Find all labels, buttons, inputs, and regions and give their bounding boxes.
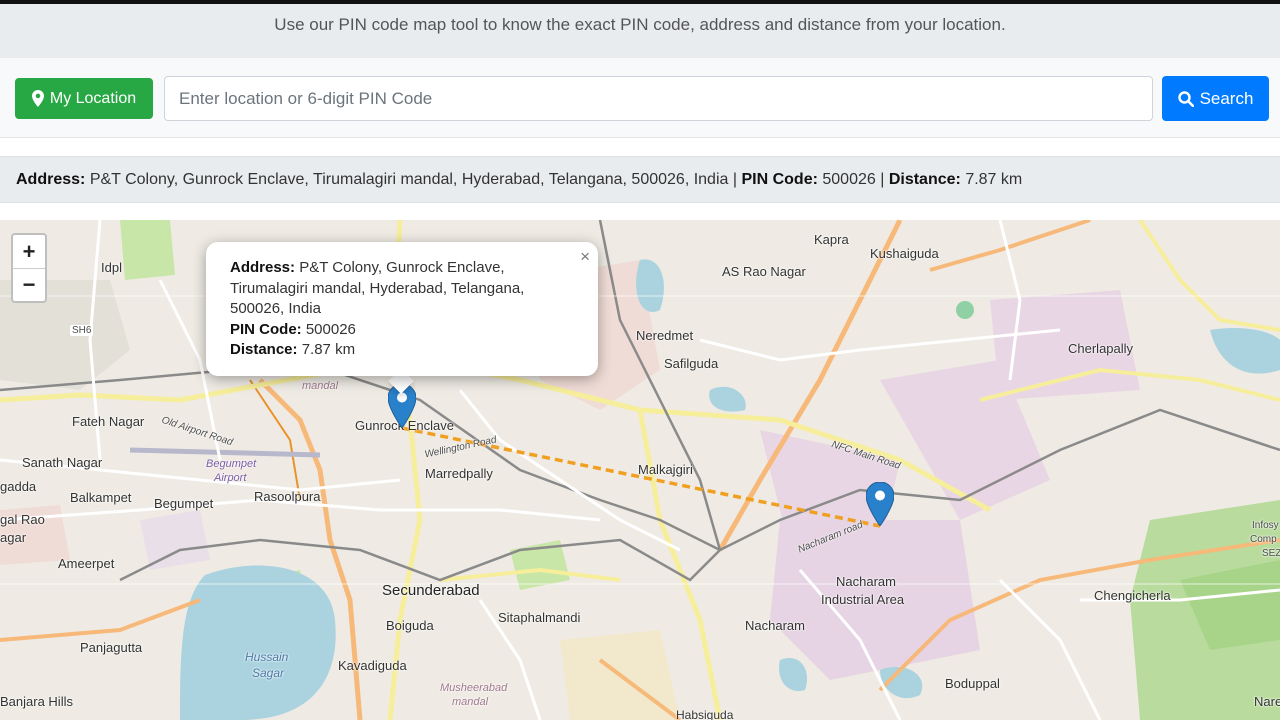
popup-pin-label: PIN Code: bbox=[230, 320, 302, 338]
map-label: Nacharam bbox=[745, 618, 805, 633]
area-label: mandal bbox=[452, 696, 489, 708]
map-label: Chengicherla bbox=[1094, 588, 1171, 603]
map-label: Neredmet bbox=[636, 328, 694, 343]
popup-pin-value: 500026 bbox=[305, 320, 356, 338]
popup-distance-value: 7.87 km bbox=[301, 341, 356, 358]
zoom-in-button[interactable]: + bbox=[13, 235, 45, 268]
popup-address: Address: P&T Colony, Gunrock Enclave, Ti… bbox=[230, 258, 578, 320]
search-toolbar: My Location Search bbox=[0, 58, 1280, 138]
map-label: Nare bbox=[1254, 694, 1280, 709]
separator: | bbox=[880, 171, 885, 188]
address-value: P&T Colony, Gunrock Enclave, Tirumalagir… bbox=[89, 171, 729, 188]
map-label: Secunderabad bbox=[382, 582, 480, 599]
map-label: Safilguda bbox=[664, 356, 719, 371]
map-label: Idpl bbox=[101, 260, 122, 275]
popup-distance: Distance: 7.87 km bbox=[230, 340, 578, 361]
map-label: Industrial Area bbox=[821, 592, 905, 607]
search-input[interactable] bbox=[164, 76, 1153, 121]
map-label: Kavadiguda bbox=[338, 658, 407, 673]
area-label: Musheerabad bbox=[440, 682, 508, 694]
distance-label: Distance: bbox=[888, 171, 961, 188]
map-label: Habsiguda bbox=[676, 708, 734, 720]
my-location-button[interactable]: My Location bbox=[15, 78, 153, 119]
highway-shield: SH6 bbox=[70, 325, 94, 336]
map-marker-icon bbox=[31, 90, 44, 107]
map-label: Kushaiguda bbox=[870, 246, 939, 261]
map-label: Begumpet bbox=[154, 496, 214, 511]
map-canvas[interactable]: Idpl SH6 Kapra Kushaiguda AS Rao Nagar N… bbox=[0, 220, 1280, 720]
popup-pin: PIN Code: 500026 bbox=[230, 320, 578, 341]
map-pin-icon bbox=[865, 481, 895, 527]
map-label: Boduppal bbox=[945, 676, 1000, 691]
map-label: Panjagutta bbox=[80, 640, 143, 655]
map-label: Fateh Nagar bbox=[72, 414, 145, 429]
map-label: Malkajgiri bbox=[638, 462, 693, 477]
map-label: Cherlapally bbox=[1068, 341, 1134, 356]
popup-distance-label: Distance: bbox=[230, 341, 298, 358]
airport-label: Airport bbox=[214, 472, 247, 484]
map-label: agar bbox=[0, 530, 27, 545]
search-button[interactable]: Search bbox=[1162, 76, 1269, 121]
map-label: Banjara Hills bbox=[0, 694, 73, 709]
airport-label: Begumpet bbox=[206, 458, 257, 470]
destination-marker[interactable] bbox=[865, 481, 895, 527]
distance-value: 7.87 km bbox=[965, 171, 1023, 188]
close-icon[interactable]: × bbox=[580, 247, 590, 268]
map-label: Sitaphalmandi bbox=[498, 610, 581, 625]
map-label: Marredpally bbox=[425, 466, 493, 481]
map-label: Nacharam bbox=[836, 574, 896, 589]
map-label: Ameerpet bbox=[58, 556, 115, 571]
my-location-label: My Location bbox=[49, 89, 137, 107]
map-label: gal Rao bbox=[0, 512, 45, 527]
pin-label: PIN Code: bbox=[741, 171, 818, 188]
map-label: Rasoolpura bbox=[254, 489, 321, 504]
search-icon bbox=[1177, 90, 1194, 107]
area-label: mandal bbox=[302, 380, 339, 392]
map-label: Boiguda bbox=[386, 618, 434, 633]
lake-label: Hussain bbox=[245, 650, 289, 664]
map-label: Kapra bbox=[814, 232, 849, 247]
map-label: Sanath Nagar bbox=[22, 455, 103, 470]
area-label: SEZ bbox=[1262, 548, 1280, 559]
zoom-out-button[interactable]: − bbox=[13, 268, 45, 301]
result-bar: Address: P&T Colony, Gunrock Enclave, Ti… bbox=[0, 156, 1280, 203]
search-label: Search bbox=[1199, 88, 1254, 108]
separator: | bbox=[732, 171, 738, 188]
zoom-control: + − bbox=[11, 233, 47, 303]
map-label: gadda bbox=[0, 479, 37, 494]
lake-label: Sagar bbox=[252, 666, 285, 680]
address-label: Address: bbox=[16, 171, 86, 188]
area-label: Infosy bbox=[1252, 520, 1279, 531]
area-label: Comp bbox=[1250, 534, 1277, 545]
popup-address-label: Address: bbox=[230, 259, 296, 276]
map-label: AS Rao Nagar bbox=[722, 264, 806, 279]
page-tagline: Use our PIN code map tool to know the ex… bbox=[0, 4, 1280, 58]
info-popup: × Address: P&T Colony, Gunrock Enclave, … bbox=[206, 242, 598, 376]
pin-value: 500026 bbox=[822, 171, 876, 188]
map-label: Balkampet bbox=[70, 490, 132, 505]
